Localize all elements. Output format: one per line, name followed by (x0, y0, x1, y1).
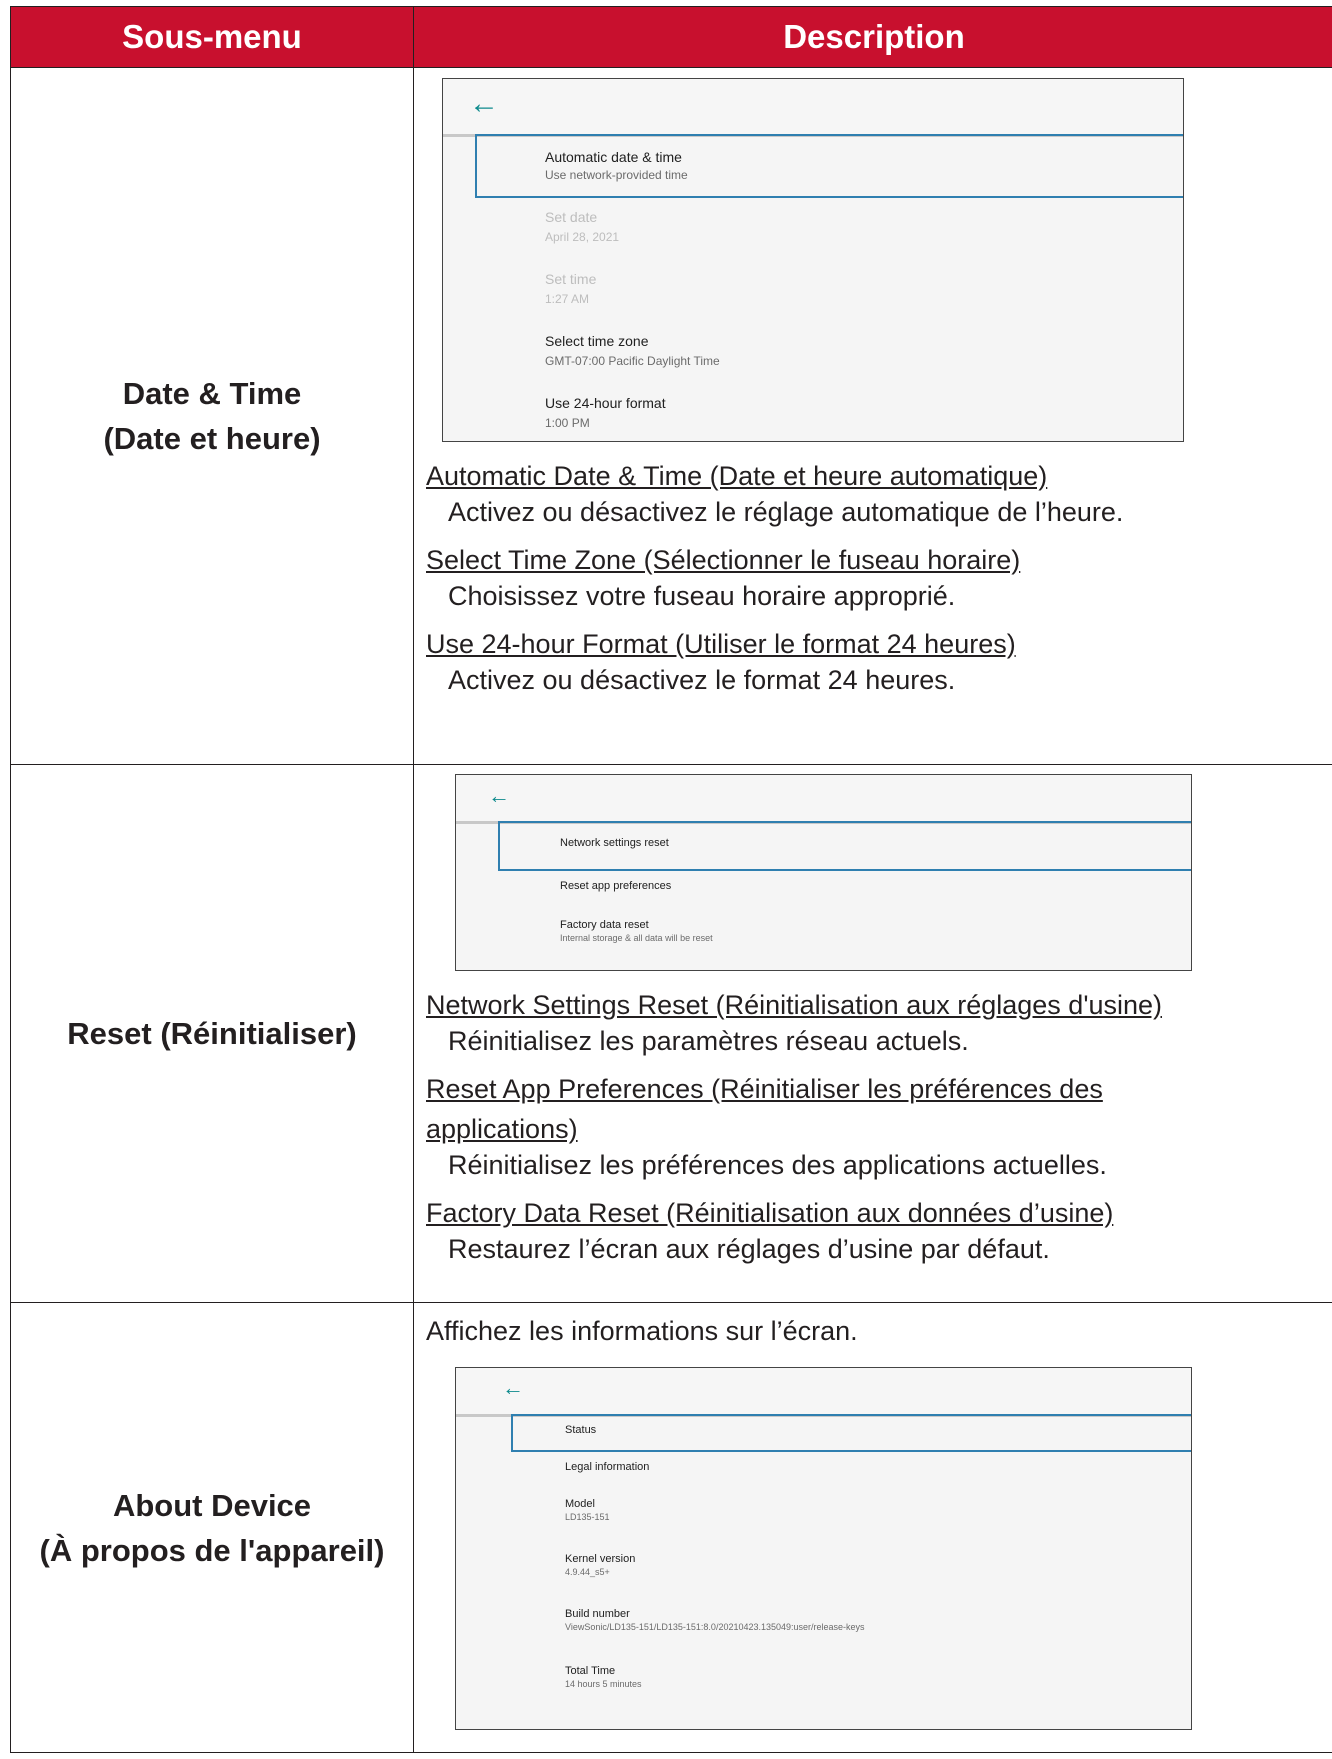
table-row: Date & Time (Date et heure) ← Automatic … (10, 67, 1332, 765)
label-line: (À propos de l'appareil) (39, 1532, 385, 1568)
submenu-label-date-time: Date & Time (Date et heure) (10, 67, 414, 765)
entry-desc: Activez ou désactivez le réglage automat… (448, 497, 1124, 527)
setting-item[interactable]: Set time 1:27 AM (545, 271, 596, 306)
entry-term: applications) (426, 1114, 578, 1144)
setting-item[interactable]: Factory data reset Internal storage & al… (560, 919, 713, 943)
entry-term: Factory Data Reset (Réinitialisation aux… (426, 1198, 1114, 1228)
table-row: About Device (À propos de l'appareil) Af… (10, 1302, 1332, 1753)
entry-desc: Réinitialisez les paramètres réseau actu… (448, 1026, 969, 1056)
entry-desc: Activez ou désactivez le format 24 heure… (448, 665, 956, 695)
setting-item[interactable]: Set date April 28, 2021 (545, 209, 619, 244)
label-line: (Date et heure) (103, 421, 321, 456)
entry-term: Use 24-hour Format (Utiliser le format 2… (426, 629, 1016, 659)
description-reset: ← Network settings reset Reset app prefe… (413, 764, 1332, 1303)
table-row: Reset (Réinitialiser) ← Network settings… (10, 764, 1332, 1303)
description-date-time: ← Automatic date & time Use network-prov… (413, 67, 1332, 765)
label-line: Date & Time (122, 376, 302, 411)
screenshot-reset: ← Network settings reset Reset app prefe… (455, 774, 1192, 971)
entry-desc: Réinitialisez les préférences des applic… (448, 1150, 1107, 1180)
screen-toolbar: ← (456, 1368, 1191, 1417)
screen-toolbar: ← (456, 775, 1191, 824)
entry-term: Select Time Zone (Sélectionner le fuseau… (426, 545, 1021, 575)
setting-item[interactable]: Select time zone GMT-07:00 Pacific Dayli… (545, 333, 720, 368)
setting-item[interactable]: Build number ViewSonic/LD135-151/LD135-1… (565, 1608, 865, 1632)
back-arrow-icon[interactable]: ← (502, 1375, 524, 1401)
back-arrow-icon[interactable]: ← (469, 87, 499, 121)
entry-term: Reset App Preferences (Réinitialiser les… (426, 1074, 1103, 1104)
setting-item[interactable]: Reset app preferences (560, 880, 671, 892)
header-submenu: Sous-menu (10, 6, 414, 68)
description-entries: Automatic Date & Time (Date et heure aut… (426, 458, 1324, 698)
screenshot-date-time: ← Automatic date & time Use network-prov… (442, 78, 1184, 442)
entry-desc: Choisissez votre fuseau horaire appropri… (448, 581, 956, 611)
header-description: Description (413, 6, 1332, 68)
setting-item[interactable]: Legal information (565, 1461, 649, 1473)
entry-term: Automatic Date & Time (Date et heure aut… (426, 461, 1048, 491)
back-arrow-icon[interactable]: ← (488, 783, 510, 809)
setting-item[interactable]: Automatic date & time Use network-provid… (545, 149, 688, 182)
description-about: Affichez les informations sur l’écran. ←… (413, 1302, 1332, 1753)
description-entries: Network Settings Reset (Réinitialisation… (426, 987, 1324, 1267)
entry-desc: Restaurez l’écran aux réglages d’usine p… (448, 1234, 1050, 1264)
label-line: Reset (Réinitialiser) (67, 1016, 357, 1051)
selection-highlight (511, 1414, 1191, 1452)
setting-item[interactable]: Kernel version 4.9.44_s5+ (565, 1553, 635, 1577)
label-line: About Device (112, 1487, 312, 1523)
setting-item[interactable]: Network settings reset (560, 837, 669, 849)
screenshot-about: ← Status Legal information Model LD135-1… (455, 1367, 1192, 1730)
intro-text: Affichez les informations sur l’écran. (426, 1316, 858, 1346)
submenu-label-reset: Reset (Réinitialiser) (10, 764, 414, 1303)
setting-item[interactable]: Use 24-hour format 1:00 PM (545, 395, 666, 430)
entry-term: Network Settings Reset (Réinitialisation… (426, 990, 1163, 1020)
screen-toolbar: ← (443, 79, 1183, 137)
setting-item[interactable]: Total Time 14 hours 5 minutes (565, 1665, 642, 1689)
setting-item[interactable]: Model LD135-151 (565, 1498, 610, 1522)
table-header-row: Sous-menu Description (10, 6, 1332, 68)
submenu-table: Sous-menu Description Date & Time (Date … (10, 6, 1332, 1753)
submenu-label-about: About Device (À propos de l'appareil) (10, 1302, 414, 1753)
setting-item[interactable]: Status (565, 1424, 596, 1436)
